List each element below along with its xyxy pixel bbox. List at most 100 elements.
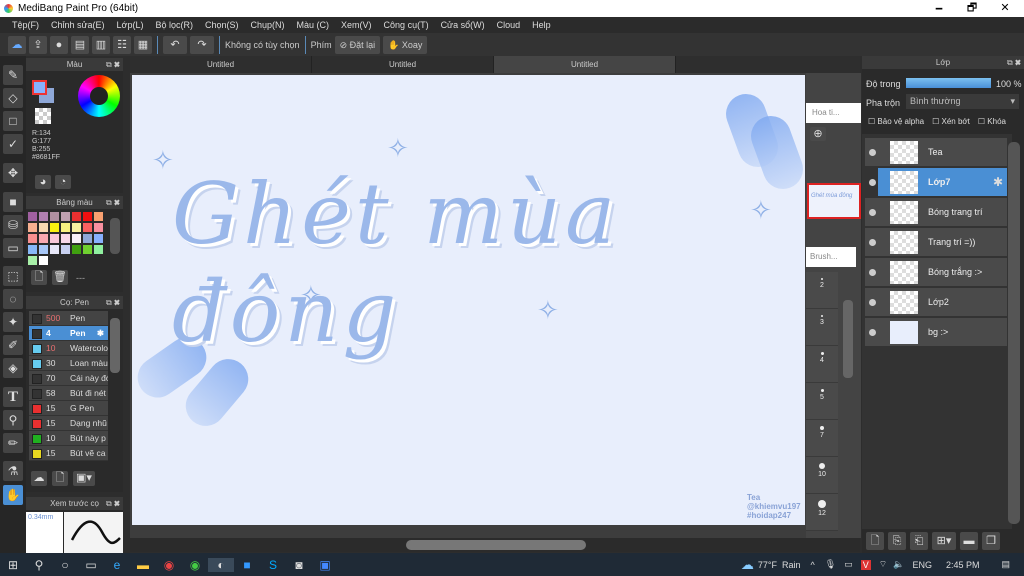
brush-size-option[interactable]: 12 [806,494,838,531]
palette-swatch[interactable] [39,223,48,232]
hand-tool-icon[interactable]: ✋ [3,485,23,505]
clip-checkbox[interactable]: ☐ Xén bớt [932,117,970,126]
palette-swatch[interactable] [94,234,103,243]
new-layer-8bit-icon[interactable]: ⎘ [888,532,906,550]
duplicate-layer-icon[interactable]: ❐ [982,532,1000,550]
move-tool-icon[interactable]: ✥ [3,163,23,183]
page-list-icon[interactable]: ☷ [113,35,131,54]
gradient-tool-icon[interactable]: ▭ [3,238,23,258]
minimize-button[interactable]: 🗕 [922,0,956,17]
brush-size-option[interactable]: 4 [806,346,838,383]
menu-file[interactable]: Tệp(F) [6,17,45,33]
tab-untitled-3[interactable]: Untitled [494,56,676,73]
menu-color[interactable]: Màu (C) [291,17,336,33]
add-layer-menu-icon[interactable]: ⊞▾ [932,532,956,550]
lasso-tool-icon[interactable]: ◌ [3,289,23,309]
menu-cloud[interactable]: Cloud [491,17,527,33]
select-check-tool-icon[interactable]: ✓ [3,134,23,154]
hoa-ti-panel-tab[interactable]: Hoa ti... [806,103,861,123]
page-icon[interactable]: ▥ [92,35,110,54]
menu-edit[interactable]: Chỉnh sửa(E) [45,17,111,33]
palette-swatch[interactable] [28,256,37,265]
blur-tool-icon[interactable]: ✏ [3,433,23,453]
page-grid-icon[interactable]: ▦ [134,35,152,54]
palette-swatch[interactable] [83,245,92,254]
menu-window[interactable]: Cửa sổ(W) [435,17,491,33]
palette-swatch[interactable] [28,223,37,232]
visibility-icon[interactable] [869,269,876,276]
zoom-app-icon[interactable]: ■ [234,558,260,572]
brush-item[interactable]: 500 Pen [29,311,108,326]
gear-icon[interactable]: ✱ [97,326,104,341]
battery-icon[interactable]: ▭ [844,559,853,570]
menu-tools[interactable]: Công cụ(T) [378,17,435,33]
brush-item[interactable]: 15 G Pen [29,401,108,416]
chrome-icon[interactable]: ◉ [156,558,182,572]
operation-tool-icon[interactable]: ⚲ [3,410,23,430]
visibility-icon[interactable] [869,329,876,336]
brush-size-option[interactable]: 10 [806,457,838,494]
transparent-swatch[interactable] [35,108,51,124]
float-close-icon[interactable]: ⧉ ✖ [1007,56,1021,69]
weather-condition[interactable]: Rain [782,560,801,570]
float-close-icon[interactable]: ⧉ ✖ [106,58,120,71]
palette-swatch[interactable] [72,245,81,254]
dot-tool-icon[interactable]: □ [3,111,23,131]
bucket-tool-icon[interactable]: ⛁ [3,215,23,235]
cloud-icon[interactable]: ☁ [8,35,26,54]
palette-scrollbar[interactable] [110,218,120,254]
microphone-icon[interactable]: 🎙 [825,559,836,570]
text-tool-icon[interactable]: T [3,387,23,407]
palette-swatch[interactable] [39,256,48,265]
new-brush-icon[interactable]: 🗋 [52,471,68,486]
scrollbar-thumb[interactable] [406,540,586,550]
drawing-canvas[interactable]: ✧ ✧ ✧ ✧ ✧ Ghét mùa đông Tea @khiemvu197 … [132,75,805,525]
layer-item[interactable]: Bóng trang trí [865,198,1007,227]
palette-swatch[interactable] [72,223,81,232]
layer-item[interactable]: Bóng trắng :> [865,258,1007,287]
visibility-icon[interactable] [869,209,876,216]
palette-swatch[interactable] [50,234,59,243]
brush-item[interactable]: 4 Pen ✱ [29,326,108,341]
delete-palette-icon[interactable]: 🗑 [52,270,68,285]
marquee-tool-icon[interactable]: ⬚ [3,266,23,286]
temperature[interactable]: 77°F [758,560,777,570]
magic-wand-tool-icon[interactable]: ✦ [3,312,23,332]
brush-scrollbar[interactable] [110,318,120,373]
eyedropper-tool-icon[interactable]: ⚗ [3,461,23,481]
brush-item[interactable]: 15 Bút vẽ ca [29,446,108,461]
palette-swatch[interactable] [50,223,59,232]
task-view-icon[interactable]: ▭ [78,558,104,572]
palette-swatch[interactable] [94,223,103,232]
wifi-icon[interactable]: ⌔ [879,559,887,570]
palette-swatch[interactable] [39,212,48,221]
layer-item[interactable]: Tea [865,138,1007,167]
palette-swatch[interactable] [83,234,92,243]
palette-swatch[interactable] [28,234,37,243]
visibility-icon[interactable] [869,299,876,306]
undo-icon[interactable]: ↶ [163,35,187,54]
brush-size-option[interactable]: 7 [806,420,838,457]
eraser-tool-icon[interactable]: ◇ [3,88,23,108]
brush-cloud-icon[interactable]: ☁ [31,471,47,486]
chevron-up-icon[interactable]: ^ [811,560,815,570]
palette-swatch[interactable] [39,245,48,254]
layer-item[interactable]: Trang trí =)) [865,228,1007,257]
clock[interactable]: 2:45 PM [946,560,980,570]
horizontal-scrollbar[interactable] [130,538,860,552]
lock-checkbox[interactable]: ☐ Khóa [978,117,1006,126]
redo-icon[interactable]: ↷ [190,35,214,54]
palette-swatch[interactable] [72,212,81,221]
float-close-icon[interactable]: ⧉ ✖ [106,497,120,510]
select-pen-tool-icon[interactable]: ✐ [3,335,23,355]
medibang-taskbar-icon[interactable]: ◐ [208,557,234,572]
brush-item[interactable]: 70 Cái này đó [29,371,108,386]
cortana-icon[interactable]: ○ [52,558,78,572]
palette-swatch[interactable] [39,234,48,243]
float-close-icon[interactable]: ⧉ ✖ [106,296,120,309]
palette-swatch[interactable] [72,234,81,243]
select-eraser-tool-icon[interactable]: ◈ [3,358,23,378]
notifications-icon[interactable]: ▤ [1001,559,1010,570]
layer-scrollbar[interactable] [1008,142,1020,524]
photos-icon[interactable]: ▣ [312,558,338,572]
